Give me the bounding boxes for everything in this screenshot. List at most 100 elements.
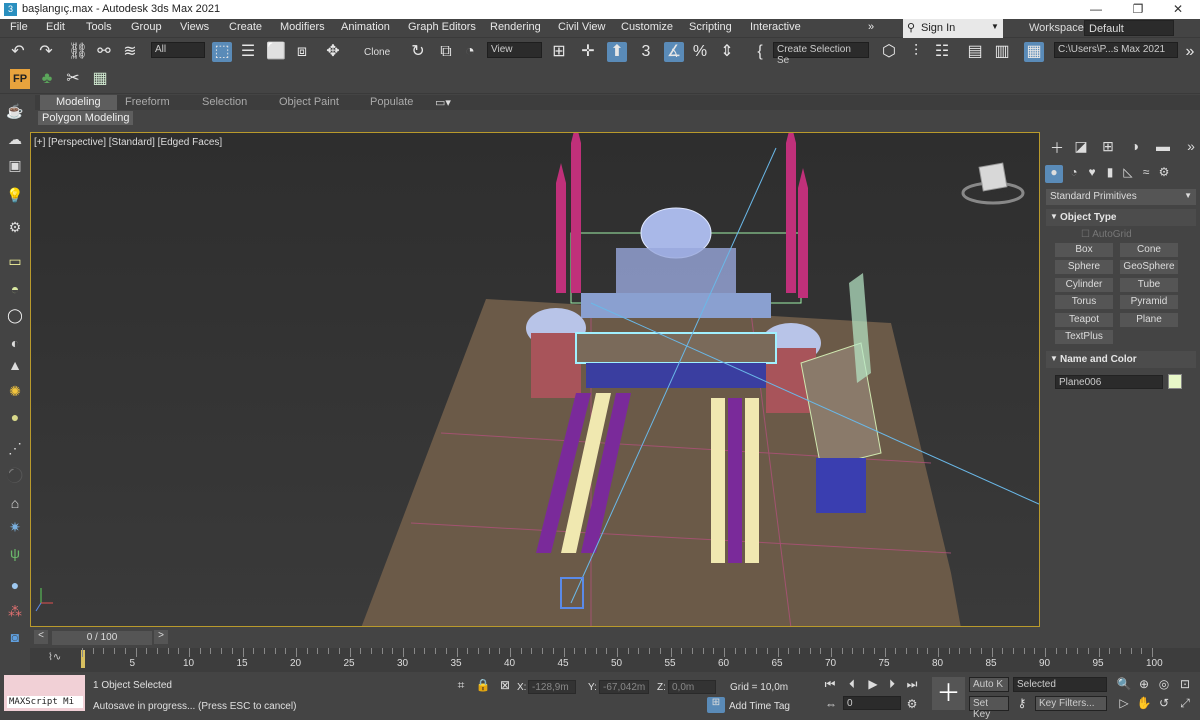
menu-edit[interactable]: Edit (46, 21, 65, 33)
geometry-icon[interactable]: ◐ (4, 335, 26, 355)
track-bar[interactable]: ⌇∿ 5 10 15 20 25 30 35 40 45 50 55 60 65 70 75 80 85 90 95… (30, 648, 1200, 672)
keyboard-shortcut-override-icon[interactable]: ⬆ (607, 42, 627, 62)
teapot-icon[interactable]: ☕ (4, 103, 26, 123)
field-of-view-icon[interactable]: ▷ (1115, 696, 1133, 712)
spreadsheet-icon[interactable]: ▦ (90, 69, 110, 89)
cameras-icon[interactable]: ▮ (1101, 165, 1119, 183)
pivot-center-icon[interactable]: ⊞ (549, 42, 569, 62)
select-object-icon[interactable]: ⬚ (212, 42, 232, 62)
lights-icon[interactable]: ♥ (1083, 165, 1101, 183)
time-slider-thumb[interactable]: 0 / 100 (52, 631, 152, 645)
textplus-button[interactable]: TextPlus (1055, 330, 1113, 344)
cloud-icon[interactable]: ☁ (4, 131, 26, 151)
key-mode-icon[interactable]: ⇔ (822, 697, 840, 713)
zoom-icon[interactable]: 🔍 (1115, 677, 1133, 693)
pan-icon[interactable]: ✋ (1135, 696, 1153, 712)
workspace-dropdown[interactable]: Default (1084, 20, 1174, 36)
reference-coordinate-dropdown[interactable]: View (487, 42, 542, 58)
edit-named-selection-icon[interactable]: { (750, 42, 770, 62)
go-to-start-icon[interactable]: ⏮ (821, 677, 839, 693)
viewport-label[interactable]: [+] [Perspective] [Standard] [Edged Face… (34, 137, 222, 148)
clone-button[interactable]: Clone (364, 47, 390, 58)
torus-button[interactable]: Torus (1055, 295, 1113, 309)
color-dots-icon[interactable]: ⁂ (4, 603, 26, 623)
time-config-icon[interactable]: ⚙ (903, 697, 921, 713)
scatter-icon[interactable]: ✷ (4, 519, 26, 539)
motion-tab-icon[interactable]: ◑ (1125, 138, 1145, 158)
move-icon[interactable]: ✥ (323, 42, 343, 62)
object-name-input[interactable]: Plane006 (1055, 375, 1163, 389)
teapot-button[interactable]: Teapot (1055, 313, 1113, 327)
curve-editor-icon[interactable]: ▦ (1024, 42, 1044, 62)
go-to-end-icon[interactable]: ⏭ (903, 677, 921, 693)
scale-icon[interactable]: ⧉ (436, 42, 456, 62)
polygon-modeling-panel[interactable]: Polygon Modeling (38, 111, 134, 125)
lock-selection-icon[interactable]: 🔒 (474, 678, 492, 694)
zoom-extents-icon[interactable]: ◎ (1155, 677, 1173, 693)
minimize-button[interactable]: — (1076, 2, 1116, 16)
object-type-rollout[interactable]: ▼ Object Type (1046, 209, 1196, 226)
sun-icon[interactable]: ✺ (4, 383, 26, 403)
menu-views[interactable]: Views (180, 21, 209, 33)
next-key-icon[interactable]: ⏵ (883, 677, 901, 693)
key-filters-button[interactable]: Key Filters... (1035, 696, 1107, 711)
shapes-icon[interactable]: ◔ (1065, 165, 1083, 183)
rotate-icon[interactable]: ↻ (408, 42, 428, 62)
previous-key-icon[interactable]: ⏴ (843, 677, 861, 693)
forest-pack-icon[interactable]: FP (10, 69, 30, 89)
bone-icon[interactable]: ⌂ (4, 495, 26, 515)
angle-snap-icon[interactable]: ∡ (664, 42, 684, 62)
maximize-button[interactable]: ❐ (1118, 2, 1158, 16)
absolute-mode-icon[interactable]: ⊠ (496, 678, 514, 694)
zoom-all-icon[interactable]: ⊕ (1135, 677, 1153, 693)
hierarchy-tab-icon[interactable]: ⊞ (1098, 138, 1118, 158)
menu-file[interactable]: File (10, 21, 28, 33)
menu-interactive[interactable]: Interactive (750, 21, 801, 33)
play-icon[interactable]: ▶ (864, 677, 882, 693)
tab-modeling[interactable]: Modeling (40, 95, 117, 110)
orbit-icon[interactable]: ↺ (1155, 696, 1173, 712)
undo-icon[interactable]: ↶ (8, 42, 28, 62)
previous-frame-button[interactable]: < (34, 630, 48, 644)
sphere-icon[interactable]: ◯ (4, 307, 26, 327)
rectangular-selection-icon[interactable]: ⬜ (266, 42, 286, 62)
set-keys-icon[interactable]: ＋ (932, 677, 965, 710)
space-warps-icon[interactable]: ≈ (1137, 165, 1155, 183)
disk-icon[interactable]: ● (4, 409, 26, 429)
primitive-category-dropdown[interactable]: Standard Primitives ▼ (1046, 189, 1196, 205)
mini-curve-editor-icon[interactable]: ⌇∿ (48, 652, 61, 663)
snaps-toggle-icon[interactable]: 3 (636, 42, 656, 62)
name-and-color-rollout[interactable]: ▼ Name and Color (1046, 351, 1196, 368)
box-button[interactable]: Box (1055, 243, 1113, 257)
selection-filter-dropdown[interactable]: All (151, 42, 205, 58)
layer-explorer-icon[interactable]: ▤ (965, 42, 985, 62)
add-time-tag[interactable]: Add Time Tag (729, 701, 790, 712)
systems-icon[interactable]: ⚙ (1155, 165, 1173, 183)
more-tabs-icon[interactable]: » (1181, 138, 1200, 158)
bind-space-warp-icon[interactable]: ≋ (120, 42, 140, 62)
autogrid-checkbox[interactable]: ☐ AutoGrid (1081, 229, 1132, 240)
ribbon-options-icon[interactable]: ▭▾ (435, 95, 451, 110)
plane-icon[interactable]: ▭ (4, 253, 26, 273)
menu-scripting[interactable]: Scripting (689, 21, 732, 33)
select-place-icon[interactable]: ◔ (460, 42, 480, 62)
auto-key-button[interactable]: Auto K (969, 677, 1009, 692)
tab-selection[interactable]: Selection (202, 95, 247, 110)
time-tag-icon[interactable]: ⊞ (707, 697, 725, 713)
menu-customize[interactable]: Customize (621, 21, 673, 33)
hemisphere-icon[interactable]: ◓ (4, 281, 26, 301)
railclone-icon[interactable]: ♣ (37, 69, 57, 89)
material-sphere-icon[interactable]: ● (4, 577, 26, 597)
toggle-scene-explorer-icon[interactable]: ☷ (932, 42, 952, 62)
menu-graph-editors[interactable]: Graph Editors (408, 21, 476, 33)
maximize-viewport-icon[interactable]: ⤢ (1176, 696, 1194, 712)
helper-icon[interactable]: ⚙ (4, 219, 26, 239)
tools-icon[interactable]: ✂ (63, 69, 83, 89)
display-tab-icon[interactable]: ▬ (1153, 138, 1173, 158)
menu-tools[interactable]: Tools (86, 21, 112, 33)
zoom-extents-all-icon[interactable]: ⊡ (1176, 677, 1194, 693)
perspective-viewport[interactable]: [+] [Perspective] [Standard] [Edged Face… (30, 132, 1040, 627)
x-coordinate[interactable]: -128,9m (528, 680, 576, 694)
sign-in-button[interactable]: ⚲ Sign In ▼ (903, 19, 1003, 38)
set-key-button[interactable]: Set Key (969, 696, 1009, 720)
